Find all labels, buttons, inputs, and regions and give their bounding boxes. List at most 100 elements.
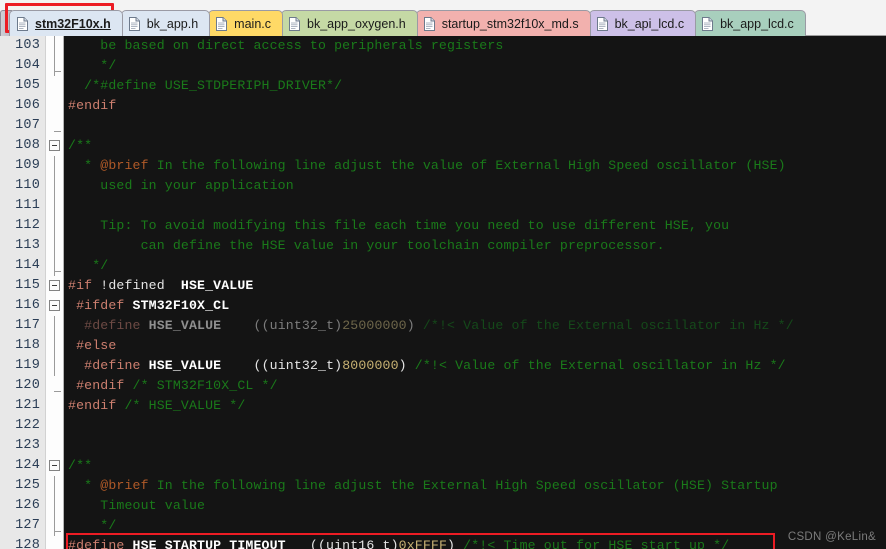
line-number: 120 <box>0 376 45 396</box>
code-line[interactable]: 114 */ <box>0 256 886 276</box>
line-number: 126 <box>0 496 45 516</box>
line-number: 119 <box>0 356 45 376</box>
code-token: #define <box>84 358 141 373</box>
editor-tab-bk-app-oxygen-h[interactable]: bk_app_oxygen.h <box>281 10 418 36</box>
code-line[interactable]: 103 be based on direct access to periphe… <box>0 36 886 56</box>
editor-tab-label: startup_stm32f10x_md.s <box>441 16 579 31</box>
code-line[interactable]: 111 <box>0 196 886 216</box>
fold-margin <box>45 256 64 276</box>
code-token: #endif <box>68 398 117 413</box>
line-number: 103 <box>0 36 45 56</box>
fold-margin <box>45 176 64 196</box>
code-token: * <box>68 158 101 173</box>
fold-toggle-icon[interactable] <box>45 296 64 316</box>
document-icon <box>596 16 615 31</box>
code-line-text: */ <box>64 56 886 76</box>
fold-margin <box>45 156 64 176</box>
collapse-icon[interactable] <box>49 280 60 291</box>
fold-toggle-icon[interactable] <box>45 276 64 296</box>
fold-margin <box>45 96 64 116</box>
editor-tab-startup-stm32f10x-md-s[interactable]: startup_stm32f10x_md.s <box>415 10 591 36</box>
code-line[interactable]: 120 #endif /* STM32F10X_CL */ <box>0 376 886 396</box>
code-token: STM32F10X_CL <box>132 298 230 313</box>
line-number: 122 <box>0 416 45 436</box>
code-token: HSE_VALUE <box>180 278 254 293</box>
fold-margin <box>45 76 64 96</box>
code-line-text: used in your application <box>64 176 886 196</box>
fold-margin <box>45 336 64 356</box>
code-line[interactable]: 104 */ <box>0 56 886 76</box>
document-icon <box>216 16 234 31</box>
editor-tab-main-c[interactable]: main.c <box>208 10 283 36</box>
code-line[interactable]: 117 #define HSE_VALUE ((uint32_t)2500000… <box>0 316 886 336</box>
code-token: #if <box>68 278 93 293</box>
code-token: HSE_STARTUP_TIMEOUT <box>124 538 286 549</box>
code-line[interactable]: 119 #define HSE_VALUE ((uint32_t)8000000… <box>0 356 886 376</box>
code-line-text <box>64 196 886 216</box>
code-line[interactable]: 107 <box>0 116 886 136</box>
code-line[interactable]: 112 Tip: To avoid modifying this file ea… <box>0 216 886 236</box>
code-token: !defined <box>92 278 181 293</box>
code-line[interactable]: 124 /** <box>0 456 886 476</box>
code-token: 0xFFFF <box>398 538 448 549</box>
code-token: ) <box>398 358 415 373</box>
code-token: /*#define USE_STDPERIPH_DRIVER*/ <box>68 78 343 93</box>
code-line[interactable]: 116 #ifdef STM32F10X_CL <box>0 296 886 316</box>
collapse-icon[interactable] <box>49 460 60 471</box>
document-icon <box>702 16 720 31</box>
line-number: 117 <box>0 316 45 336</box>
code-token: /* STM32F10X_CL */ <box>124 378 278 393</box>
code-line[interactable]: 122 <box>0 416 886 436</box>
code-line[interactable]: 113 can define the HSE value in your too… <box>0 236 886 256</box>
code-line[interactable]: 125 * @brief In the following line adjus… <box>0 476 886 496</box>
line-number: 113 <box>0 236 45 256</box>
fold-toggle-icon[interactable] <box>45 136 64 156</box>
line-number: 124 <box>0 456 45 476</box>
code-line-text: * @brief In the following line adjust th… <box>64 476 886 496</box>
code-editor-window: stm32F10x.h bk_app.h main.c bk_app_oxygen.h… <box>0 0 886 549</box>
code-token: @brief <box>100 158 149 173</box>
line-number: 110 <box>0 176 45 196</box>
line-number: 107 <box>0 116 45 136</box>
code-line-text: Timeout value <box>64 496 886 516</box>
code-line[interactable]: 108 /** <box>0 136 886 156</box>
code-token: Tip: To avoid modifying this file each t… <box>68 218 730 233</box>
code-token: HSE_VALUE <box>140 318 254 333</box>
code-line[interactable]: 123 <box>0 436 886 456</box>
code-token: #define <box>68 538 125 549</box>
editor-tab-stm32f10x-h[interactable]: stm32F10x.h <box>9 10 123 36</box>
fold-toggle-icon[interactable] <box>45 456 64 476</box>
collapse-icon[interactable] <box>49 300 60 311</box>
code-line[interactable]: 109 * @brief In the following line adjus… <box>0 156 886 176</box>
fold-margin <box>45 376 64 396</box>
code-line[interactable]: 127 */ <box>0 516 886 536</box>
code-line[interactable]: 105 /*#define USE_STDPERIPH_DRIVER*/ <box>0 76 886 96</box>
fold-margin <box>45 196 64 216</box>
code-line-text: #define HSE_VALUE ((uint32_t)25000000) /… <box>64 316 886 336</box>
code-line[interactable]: 110 used in your application <box>0 176 886 196</box>
code-token: /*!< Value of the External oscillator in… <box>414 358 786 373</box>
editor-tab-bk-app-lcd-c[interactable]: bk_app_lcd.c <box>694 10 806 36</box>
document-icon <box>128 16 147 31</box>
collapse-icon[interactable] <box>49 140 60 151</box>
code-line[interactable]: 121 #endif /* HSE_VALUE */ <box>0 396 886 416</box>
editor-tab-bk-api-lcd-c[interactable]: bk_api_lcd.c <box>588 10 697 36</box>
code-line[interactable]: 126 Timeout value <box>0 496 886 516</box>
line-number: 123 <box>0 436 45 456</box>
code-line[interactable]: 115 #if !defined HSE_VALUE <box>0 276 886 296</box>
line-number: 112 <box>0 216 45 236</box>
code-line[interactable]: 128 #define HSE_STARTUP_TIMEOUT ((uint16_… <box>0 536 886 549</box>
code-token: #endif <box>68 98 117 113</box>
code-editor-area[interactable]: 103 be based on direct access to periphe… <box>0 36 886 549</box>
editor-tab-bk-app-h[interactable]: bk_app.h <box>120 10 211 36</box>
code-token: */ <box>68 58 117 73</box>
code-line[interactable]: 118 #else <box>0 336 886 356</box>
code-line-text: be based on direct access to peripherals… <box>64 36 886 56</box>
code-token: In the following line adjust the Externa… <box>148 478 778 493</box>
code-line-text: #else <box>64 336 886 356</box>
code-line-text: #endif /* HSE_VALUE */ <box>64 396 886 416</box>
editor-tab-label: stm32F10x.h <box>35 16 111 31</box>
code-line[interactable]: 106 #endif <box>0 96 886 116</box>
